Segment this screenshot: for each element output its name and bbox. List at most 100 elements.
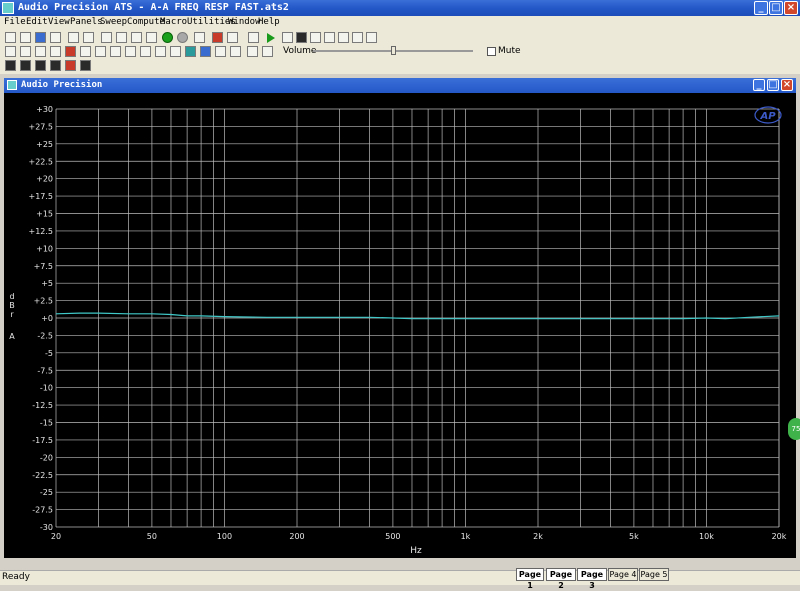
graph-maximize-button[interactable]: □ [767,79,779,91]
undo-icon[interactable] [101,32,112,43]
tab-page-5[interactable]: Page 5 [639,568,669,581]
menu-edit[interactable]: Edit [26,17,48,27]
volume-control-icon[interactable] [247,46,258,57]
y-axis-label-letter: d [9,292,14,301]
procedure-icon[interactable] [248,32,259,43]
frequency-response-chart[interactable]: +30 +27.5 +25 +22.5 +20 +17.5 +15 +12.5 +10 +7.5 +… [4,93,796,558]
y-tick-label: +0 [41,314,53,323]
settling-icon[interactable] [110,46,121,57]
pane-three-icon[interactable] [35,60,46,71]
sweep-icon[interactable] [65,46,76,57]
menu-help[interactable]: Help [258,17,280,27]
analyzer-icon[interactable] [20,46,31,57]
y-tick-label: -20 [40,453,53,462]
menu-macro[interactable]: Macro [160,17,187,27]
menu-bar: File Edit View Panels Sweep Compute Macr… [0,16,800,31]
y-axis-ticks: +30 +27.5 +25 +22.5 +20 +17.5 +15 +12.5 +10 +7.5 +… [28,105,53,532]
mute-checkbox[interactable] [487,47,496,56]
export-icon[interactable] [215,46,226,57]
close-button[interactable]: × [784,1,798,15]
open-icon[interactable] [20,32,31,43]
tab-page-3[interactable]: Page 3 [577,568,607,590]
chart-icon[interactable] [155,46,166,57]
pane-four-icon[interactable] [50,60,61,71]
graph-window-icon [7,80,17,90]
arrow-down-icon[interactable] [200,46,211,57]
menu-window[interactable]: Window [228,17,261,27]
cursor-icon[interactable] [338,32,349,43]
pause-icon[interactable] [282,32,293,43]
menu-sweep[interactable]: Sweep [100,17,127,27]
x-tick-label: 100 [217,532,232,541]
y-tick-label: +15 [36,210,53,219]
maximize-button[interactable]: □ [769,1,783,15]
x-tick-label: 20k [772,532,787,541]
tab-page-2[interactable]: Page 2 [546,568,576,590]
minimize-button[interactable]: _ [754,1,768,15]
tab-page-4[interactable]: Page 4 [608,568,638,581]
new-icon[interactable] [5,32,16,43]
panel-two-icon[interactable] [227,32,238,43]
panel-icon[interactable] [212,32,223,43]
arrow-right-icon[interactable] [185,46,196,57]
y-tick-label: -30 [40,523,53,532]
y-tick-label: -17.5 [32,436,53,445]
stop-square-icon[interactable] [296,32,307,43]
y-tick-label: +22.5 [28,157,53,166]
paste-icon[interactable] [146,32,157,43]
y-tick-label: -5 [45,349,53,358]
pane-six-icon[interactable] [80,60,91,71]
cut-icon[interactable] [116,32,127,43]
check-icon[interactable] [140,46,151,57]
y-tick-label: -22.5 [32,471,53,480]
menu-view[interactable]: View [48,17,70,27]
volume-slider-thumb[interactable] [391,46,396,55]
table-icon[interactable] [230,46,241,57]
calculator-icon[interactable] [194,32,205,43]
hand-icon[interactable] [310,32,321,43]
x-tick-label: 200 [289,532,304,541]
y-tick-label: +10 [36,244,53,253]
tab-page-1[interactable]: Page 1 [516,568,544,590]
spectrum-icon[interactable] [50,46,61,57]
pane-one-icon[interactable] [5,60,16,71]
print-preview-icon[interactable] [83,32,94,43]
y-tick-label: +27.5 [28,122,53,131]
save-all-icon[interactable] [50,32,61,43]
return-icon[interactable] [366,32,377,43]
osc-icon[interactable] [125,46,136,57]
generator-icon[interactable] [35,46,46,57]
y-tick-label: +7.5 [34,262,53,271]
graph-minimize-button[interactable]: _ [753,79,765,91]
y-tick-label: -2.5 [37,331,53,340]
x-tick-label: 1k [461,532,471,541]
y-tick-label: -27.5 [32,506,53,515]
y-axis-label-letter: B [9,301,15,310]
app-title: Audio Precision ATS - A-A FREQ RESP FAST… [18,2,289,13]
list-icon[interactable] [170,46,181,57]
x-axis-ticks: 20 50 100 200 500 1k 2k 5k 10k 20k [51,532,787,541]
graph-close-button[interactable]: × [781,79,793,91]
print-icon[interactable] [68,32,79,43]
data-editor-icon[interactable] [80,46,91,57]
save-icon[interactable] [35,32,46,43]
x-tick-label: 20 [51,532,61,541]
side-badge[interactable]: 75 [788,418,800,440]
stop-icon[interactable] [177,32,188,43]
sequence-icon[interactable] [95,46,106,57]
sweep-graph-icon[interactable] [5,46,16,57]
menu-file[interactable]: File [4,17,26,27]
go-icon[interactable] [162,32,173,43]
app-titlebar: Audio Precision ATS - A-A FREQ RESP FAST… [0,0,800,16]
copy-icon[interactable] [131,32,142,43]
y-tick-label: +17.5 [28,192,53,201]
step-icon[interactable] [324,32,335,43]
run-icon[interactable] [267,33,275,43]
menu-panels[interactable]: Panels [70,17,103,27]
volume-label: Volume [283,46,317,56]
graph-area[interactable]: +30 +27.5 +25 +22.5 +20 +17.5 +15 +12.5 +10 +7.5 +… [4,93,796,558]
pane-five-icon[interactable] [65,60,76,71]
select-icon[interactable] [352,32,363,43]
pane-two-icon[interactable] [20,60,31,71]
notes-icon[interactable] [262,46,273,57]
